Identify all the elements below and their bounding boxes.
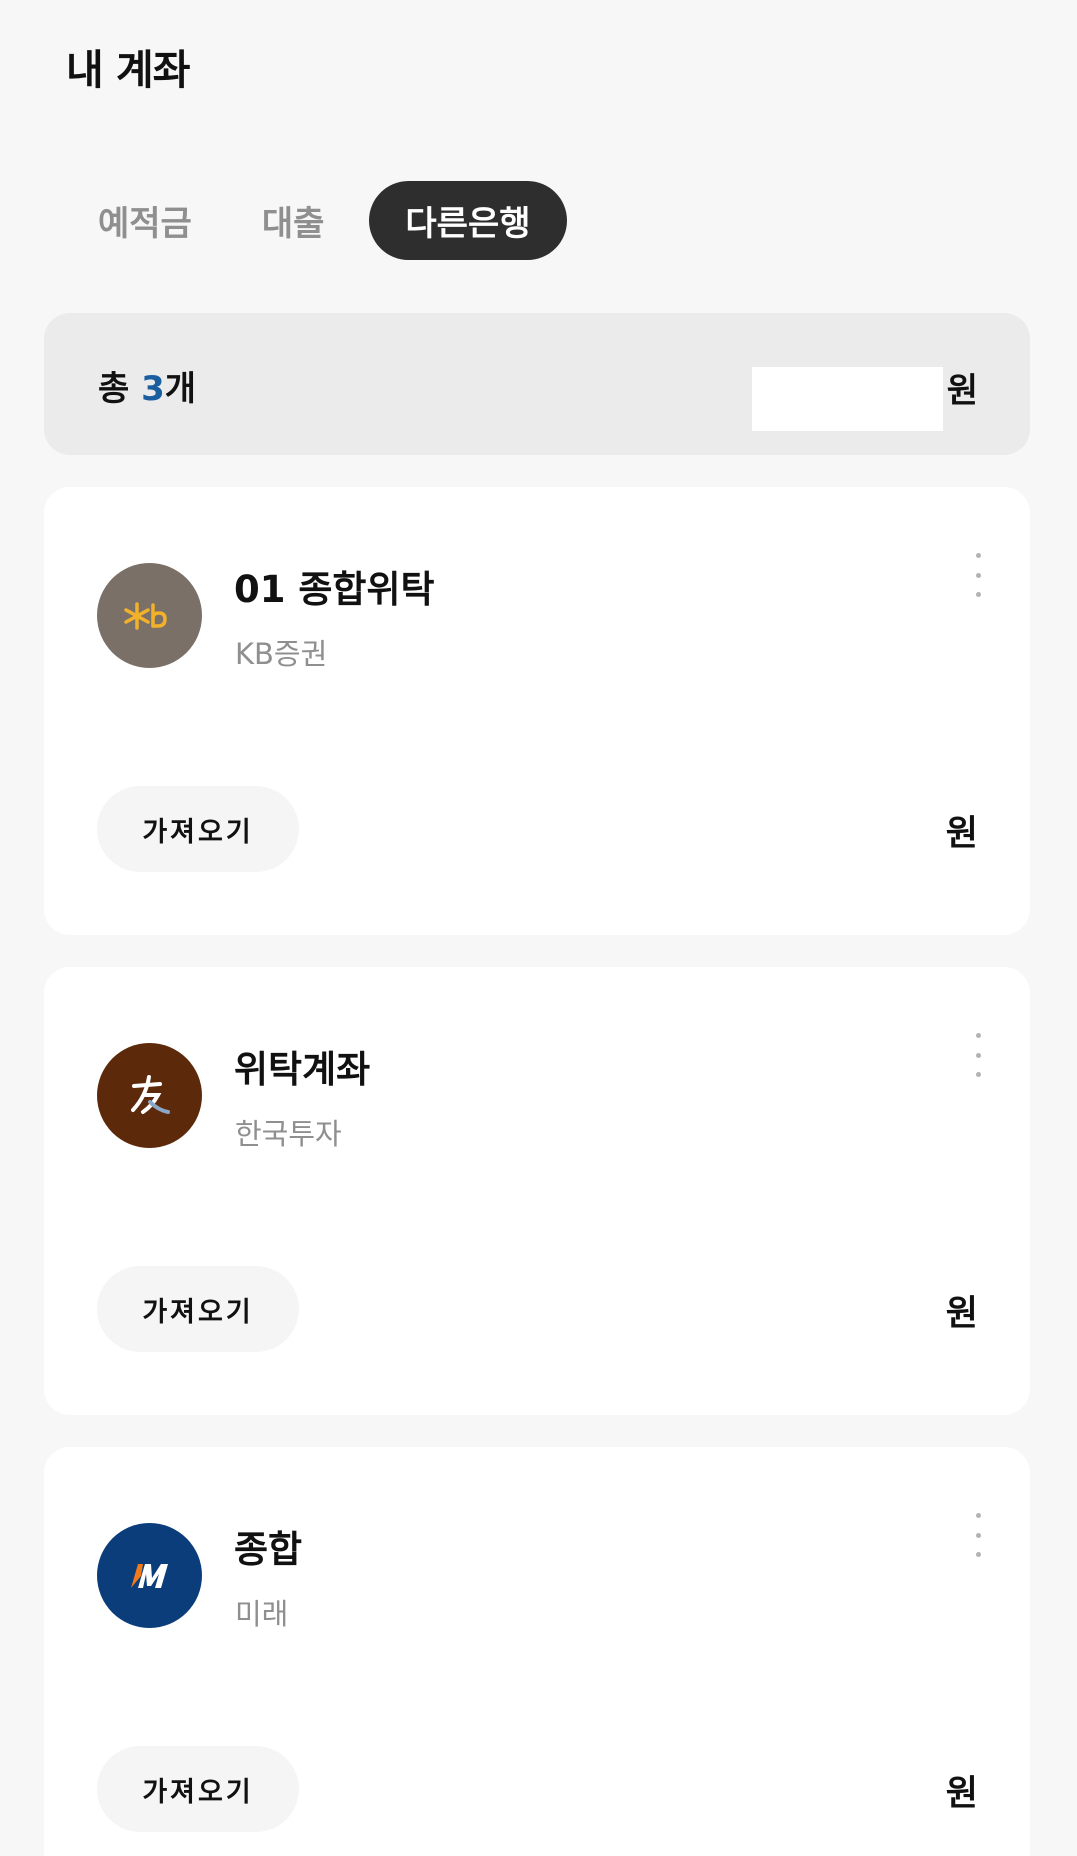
bank-name: 미래: [235, 1597, 289, 1631]
account-name: 01 종합위탁: [234, 568, 435, 611]
my-accounts-screen: 내 계좌 예적금 대출 다른은행 총 3개 원 01 종합위탁 KB증권 가져오…: [0, 0, 1077, 1856]
total-count-number: 3: [141, 369, 165, 409]
account-type-tabs: 예적금 대출 다른은행: [73, 181, 567, 260]
korea-investment-icon: [97, 1043, 202, 1148]
account-amount-unit: 원: [945, 1294, 978, 1334]
kb-star-icon: [97, 563, 202, 668]
total-account-count: 총 3개: [98, 361, 196, 410]
account-list: 01 종합위탁 KB증권 가져오기 원 위탁계좌 한국투자 가져오기 원 종합 …: [44, 487, 1030, 1856]
account-card[interactable]: 01 종합위탁 KB증권 가져오기 원: [44, 487, 1030, 935]
mirae-logo-mark: [130, 1563, 168, 1588]
account-card[interactable]: 종합 미래 가져오기 원: [44, 1447, 1030, 1856]
page-title: 내 계좌: [66, 46, 190, 94]
more-options-icon[interactable]: [968, 553, 988, 597]
tab-other-banks[interactable]: 다른은행: [369, 181, 567, 260]
account-amount-unit: 원: [945, 1774, 978, 1814]
tab-loans[interactable]: 대출: [237, 181, 350, 260]
total-prefix: 총: [98, 369, 142, 409]
korea-investment-logo-mark: [130, 1074, 170, 1114]
account-amount-unit: 원: [945, 814, 978, 854]
mirae-asset-icon: [97, 1523, 202, 1628]
account-name: 종합: [234, 1528, 303, 1571]
bank-name: KB증권: [235, 637, 328, 671]
import-button[interactable]: 가져오기: [97, 786, 299, 872]
bank-name: 한국투자: [235, 1117, 342, 1151]
account-name: 위탁계좌: [234, 1048, 371, 1091]
hidden-total-amount: [752, 367, 943, 431]
tab-deposits[interactable]: 예적금: [73, 181, 217, 260]
import-button[interactable]: 가져오기: [97, 1266, 299, 1352]
total-amount-unit: 원: [946, 371, 978, 411]
import-button[interactable]: 가져오기: [97, 1746, 299, 1832]
kb-logo-mark: [123, 601, 167, 630]
total-summary: 총 3개 원: [44, 313, 1030, 455]
total-suffix: 개: [164, 369, 197, 409]
more-options-icon[interactable]: [968, 1513, 988, 1557]
more-options-icon[interactable]: [968, 1033, 988, 1077]
account-card[interactable]: 위탁계좌 한국투자 가져오기 원: [44, 967, 1030, 1415]
